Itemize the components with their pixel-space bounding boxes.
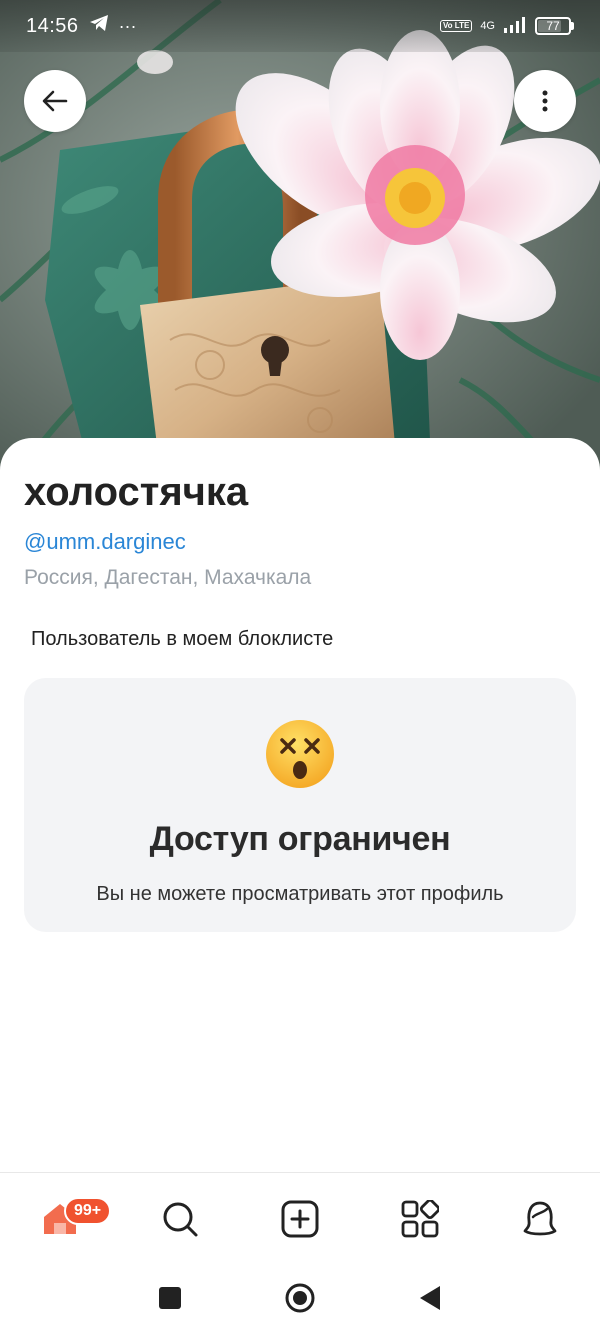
more-options-button[interactable]: [514, 70, 576, 132]
plus-square-icon: [281, 1200, 319, 1237]
profile-location: Россия, Дагестан, Махачкала: [24, 566, 312, 589]
restricted-title: Доступ ограничен: [149, 820, 451, 858]
back-system-button[interactable]: [410, 1278, 450, 1318]
volte-icon: Vo LTE: [439, 20, 473, 32]
back-button[interactable]: [24, 70, 86, 132]
cover-image: [0, 0, 600, 470]
battery-icon: 77: [535, 17, 574, 35]
recent-apps-button[interactable]: [150, 1278, 190, 1318]
profile-handle[interactable]: @umm.darginec: [24, 529, 186, 555]
search-icon: [163, 1202, 198, 1236]
square-icon: [159, 1287, 181, 1309]
telegram-icon: [89, 14, 109, 38]
notification-badge: 99+: [64, 1196, 112, 1225]
status-time: 14:56: [26, 14, 79, 37]
profile-name: холостячка: [24, 470, 249, 514]
status-bar: 14:56 ··· Vo LTE 4G 77: [0, 0, 600, 52]
nav-home[interactable]: 99+: [20, 1179, 112, 1259]
nav-create[interactable]: [260, 1179, 340, 1259]
home-system-button[interactable]: [280, 1278, 320, 1318]
system-navigation-bar: [0, 1264, 600, 1332]
battery-level: 77: [546, 19, 560, 33]
nav-services[interactable]: [380, 1179, 460, 1259]
cover-artwork: [0, 0, 600, 470]
more-notifications-icon: ···: [118, 15, 137, 36]
apps-grid-icon: [401, 1199, 439, 1237]
triangle-back-icon: [420, 1286, 440, 1310]
person-icon: [523, 1201, 557, 1235]
dizzy-face-emoji-icon: [264, 718, 336, 790]
nav-profile[interactable]: [500, 1179, 580, 1259]
nav-search[interactable]: [140, 1179, 220, 1259]
blocklist-notice: Пользователь в моем блоклисте: [31, 628, 334, 650]
restricted-message: Вы не можете просматривать этот профиль: [96, 883, 504, 905]
more-vertical-icon: [542, 90, 548, 112]
circle-icon: [285, 1283, 315, 1313]
access-restricted-card: Доступ ограничен Вы не можете просматрив…: [24, 678, 576, 932]
signal-icon: [503, 16, 527, 36]
arrow-left-icon: [42, 90, 68, 112]
bottom-navigation: 99+: [0, 1172, 600, 1264]
network-type: 4G: [480, 20, 495, 32]
